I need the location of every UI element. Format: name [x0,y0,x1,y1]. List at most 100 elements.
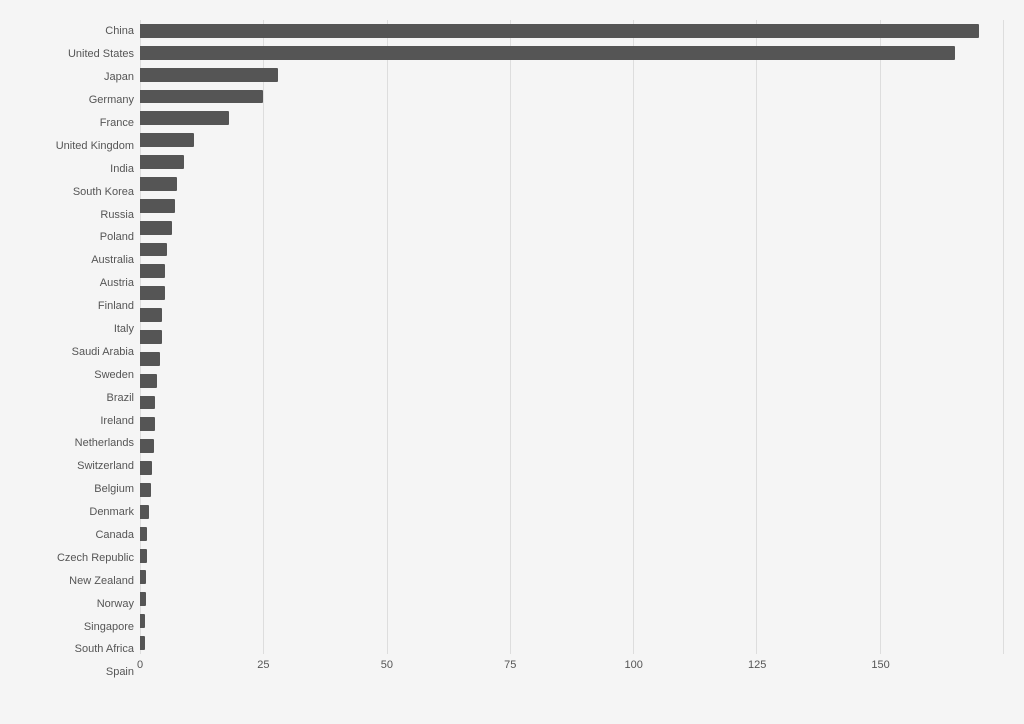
bar-row [140,195,1004,217]
y-label: Norway [97,592,134,615]
bar [140,483,151,497]
y-label: United Kingdom [56,134,134,157]
bar-row [140,523,1004,545]
bar-row [140,129,1004,151]
grid-and-bars: 0 25 50 75 100 125 150 [140,20,1004,684]
chart-area: ChinaUnited StatesJapanGermanyFranceUnit… [10,20,1004,684]
bar-row [140,435,1004,457]
y-label: South Korea [73,180,134,203]
bar-row [140,326,1004,348]
bar-row [140,370,1004,392]
bar [140,199,175,213]
bar [140,396,155,410]
y-axis: ChinaUnited StatesJapanGermanyFranceUnit… [10,20,140,684]
bar-row [140,392,1004,414]
y-label: Canada [95,524,134,547]
bar [140,286,165,300]
bar-row [140,173,1004,195]
bar-row [140,588,1004,610]
bar-row [140,457,1004,479]
x-tick: 100 [625,659,643,671]
x-tick: 50 [381,659,393,671]
chart-container: ChinaUnited StatesJapanGermanyFranceUnit… [0,0,1024,724]
y-label: Belgium [94,478,134,501]
x-axis-labels: 0 25 50 75 100 125 150 [140,654,1004,684]
bar [140,243,167,257]
y-label: India [110,157,134,180]
bar-row [140,610,1004,632]
y-label: United States [68,43,134,66]
bar [140,636,145,650]
y-label: Austria [100,272,134,295]
bar [140,592,146,606]
bar [140,461,152,475]
bar [140,439,154,453]
bar [140,177,177,191]
y-label: Denmark [89,501,134,524]
bar-row [140,42,1004,64]
y-label: Saudi Arabia [72,340,134,363]
bar [140,330,162,344]
bar-row [140,282,1004,304]
y-label: Spain [106,661,134,684]
bar-row [140,545,1004,567]
bar [140,308,162,322]
y-label: Netherlands [75,432,134,455]
bar [140,155,184,169]
bar-row [140,20,1004,42]
bar [140,68,278,82]
bar [140,264,165,278]
y-label: Brazil [106,386,134,409]
bar-row [140,304,1004,326]
bar-row [140,260,1004,282]
bar [140,549,147,563]
x-tick: 25 [257,659,269,671]
bar [140,614,145,628]
bars-area: 0 25 50 75 100 125 150 [140,20,1004,684]
bar [140,374,157,388]
x-tick: 0 [137,659,143,671]
y-label: South Africa [75,638,134,661]
y-label: France [100,112,134,135]
bar-row [140,413,1004,435]
x-tick: 75 [504,659,516,671]
bar [140,46,955,60]
bar [140,352,160,366]
bar [140,111,229,125]
bar-row [140,151,1004,173]
y-label: Ireland [100,409,134,432]
bar-row [140,348,1004,370]
y-label: New Zealand [69,569,134,592]
bar-row [140,217,1004,239]
y-label: Germany [89,89,134,112]
bar [140,527,147,541]
bar [140,417,155,431]
bar [140,221,172,235]
y-label: Switzerland [77,455,134,478]
y-label: China [105,20,134,43]
bars-column [140,20,1004,654]
x-tick: 125 [748,659,766,671]
y-label: Australia [91,249,134,272]
bar-row [140,632,1004,654]
bar [140,24,979,38]
bar [140,570,146,584]
x-tick: 150 [871,659,889,671]
bar-row [140,64,1004,86]
bar [140,505,149,519]
bar-row [140,479,1004,501]
y-label: Finland [98,295,134,318]
bar-row [140,107,1004,129]
y-label: Sweden [94,363,134,386]
y-label: Czech Republic [57,546,134,569]
bar-row [140,566,1004,588]
y-label: Singapore [84,615,134,638]
bar-row [140,86,1004,108]
y-label: Poland [100,226,134,249]
y-label: Italy [114,318,134,341]
bar [140,90,263,104]
y-label: Japan [104,66,134,89]
bar-row [140,501,1004,523]
bar [140,133,194,147]
y-label: Russia [100,203,134,226]
